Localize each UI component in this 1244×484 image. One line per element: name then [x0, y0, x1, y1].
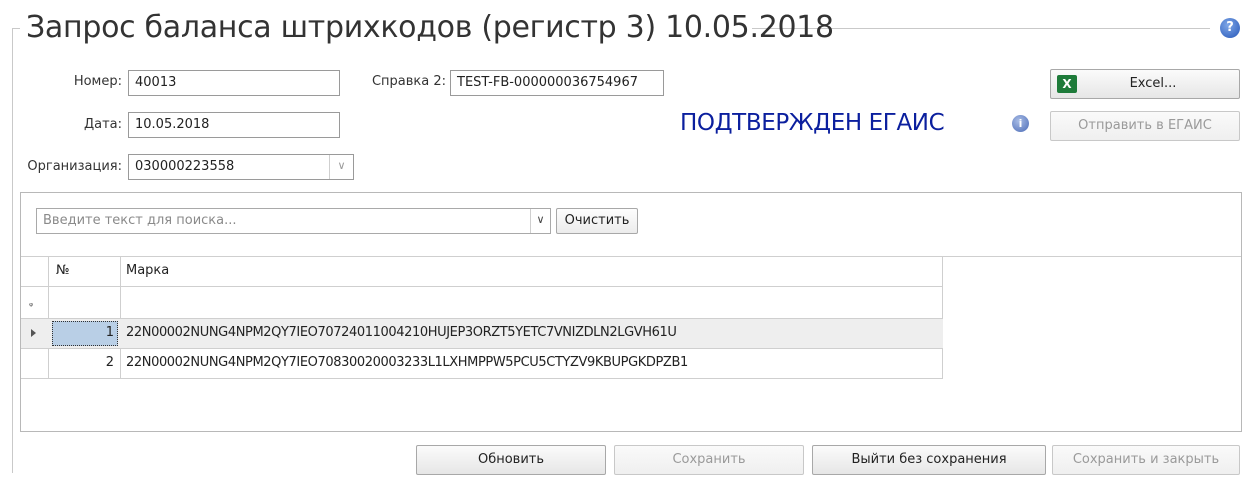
excel-button-label: Excel...: [1129, 76, 1177, 91]
page-title: Запрос баланса штрихкодов (регистр 3) 10…: [26, 10, 834, 45]
date-field[interactable]: 10.05.2018: [128, 112, 340, 138]
group-frame-top-left: [12, 28, 20, 29]
org-combo[interactable]: 030000223558 ∨: [128, 154, 354, 180]
row-pointer-icon: [31, 329, 36, 337]
grid-top-line: [21, 256, 1241, 257]
row-mark: 22N00002NUNG4NPM2QY7IEO70830020003233L1L…: [126, 355, 688, 370]
row-num: 2: [105, 355, 114, 370]
refresh-button[interactable]: Обновить: [416, 445, 606, 475]
number-field[interactable]: 40013: [128, 70, 340, 96]
info-icon[interactable]: i: [1012, 115, 1029, 132]
column-header-mark[interactable]: Марка: [126, 256, 169, 286]
search-input[interactable]: Введите текст для поиска... ∨: [36, 208, 551, 234]
clear-button[interactable]: Очистить: [556, 208, 638, 234]
help-icon[interactable]: ?: [1220, 18, 1240, 38]
filter-row-pin-icon: ᵩ: [29, 298, 34, 309]
grid-row2-line: [21, 378, 943, 379]
search-dropdown-icon[interactable]: ∨: [530, 209, 550, 233]
filter-cell-mark[interactable]: [121, 287, 942, 318]
save-button[interactable]: Сохранить: [614, 445, 804, 475]
column-header-num[interactable]: №: [56, 256, 70, 286]
send-egais-button[interactable]: Отправить в ЕГАИС: [1050, 111, 1240, 141]
date-label: Дата:: [83, 117, 122, 132]
filter-cell-num[interactable]: [49, 287, 120, 318]
exit-without-saving-button[interactable]: Выйти без сохранения: [812, 445, 1046, 475]
egais-status: ПОДТВЕРЖДЕН ЕГАИС: [680, 110, 945, 136]
ref2-label: Справка 2:: [371, 74, 446, 89]
ref2-field[interactable]: TEST-FB-000000036754967: [450, 70, 664, 96]
org-value: 030000223558: [135, 159, 235, 174]
save-and-close-button[interactable]: Сохранить и закрыть: [1052, 445, 1240, 475]
grid-col-mark: [942, 256, 943, 378]
group-frame-left: [12, 28, 13, 473]
row-mark: 22N00002NUNG4NPM2QY7IEO70724011004210HUJ…: [126, 325, 677, 340]
excel-button[interactable]: Excel...: [1050, 69, 1240, 99]
chevron-down-icon[interactable]: ∨: [329, 155, 353, 179]
org-label: Организация:: [27, 159, 122, 174]
excel-icon: [1057, 75, 1077, 93]
number-label: Номер:: [73, 74, 122, 89]
row-num: 1: [105, 325, 114, 340]
search-placeholder: Введите текст для поиска...: [43, 213, 237, 228]
